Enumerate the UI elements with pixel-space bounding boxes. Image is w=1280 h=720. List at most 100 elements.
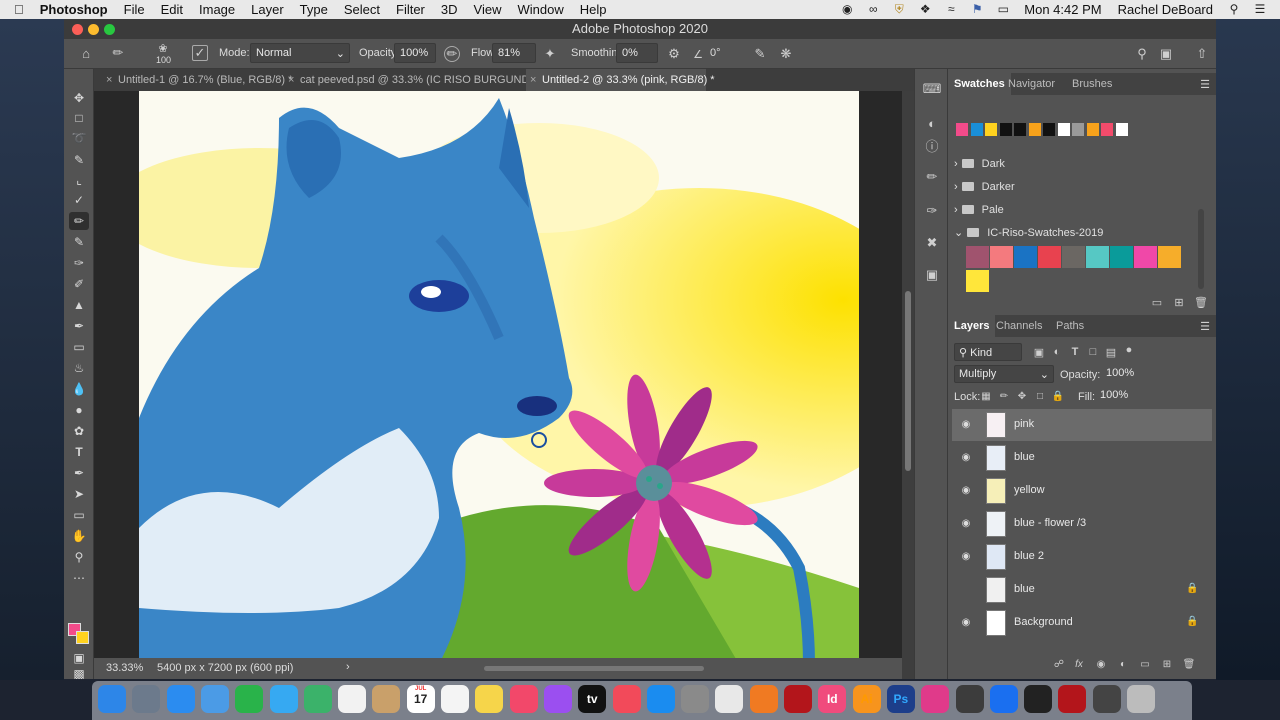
hand-tool-icon[interactable]: ✋ bbox=[69, 527, 89, 545]
layer-opacity-input[interactable]: 100% bbox=[1102, 365, 1142, 383]
dock-system-preferences-icon[interactable] bbox=[681, 685, 710, 713]
zoom-window-button[interactable] bbox=[104, 24, 115, 35]
tab-layers[interactable]: Layers bbox=[948, 315, 996, 337]
recent-swatch[interactable] bbox=[970, 123, 983, 136]
layer-row[interactable]: ◉ pink bbox=[952, 409, 1212, 441]
menu-help[interactable]: Help bbox=[572, 2, 615, 17]
riso-swatch[interactable] bbox=[966, 246, 989, 268]
layer-filter-dropdown[interactable]: ⚲ Kind bbox=[954, 343, 1022, 361]
chevron-right-icon[interactable]: › bbox=[954, 158, 958, 170]
tab-channels[interactable]: Channels bbox=[990, 315, 1048, 337]
brush-size-value[interactable]: 100 bbox=[156, 55, 171, 65]
eye-icon[interactable]: ◉ bbox=[960, 419, 972, 431]
record-icon[interactable]: ◉ bbox=[839, 3, 855, 16]
recent-swatch[interactable] bbox=[956, 123, 968, 136]
riso-swatch[interactable] bbox=[1158, 246, 1181, 268]
history-brush-tool-icon[interactable]: ✐ bbox=[69, 275, 89, 293]
chevron-down-icon[interactable]: ⌄ bbox=[954, 227, 963, 239]
lock-transparent-icon[interactable]: ▦ bbox=[980, 390, 992, 402]
close-icon[interactable]: × bbox=[530, 69, 536, 91]
sponge-tool-icon[interactable]: ✿ bbox=[69, 422, 89, 440]
menu-type[interactable]: Type bbox=[292, 2, 336, 17]
spotlight-search-icon[interactable]: ⚲ bbox=[1226, 3, 1242, 16]
tab-paths[interactable]: Paths bbox=[1050, 315, 1090, 337]
clone-stamp-tool-icon[interactable]: ✑ bbox=[69, 254, 89, 272]
dock-trash-icon[interactable] bbox=[1127, 685, 1155, 713]
pen-tool-icon[interactable]: ✒ bbox=[69, 464, 89, 482]
eye-icon[interactable]: ◉ bbox=[960, 452, 972, 464]
vertical-scroll-thumb[interactable] bbox=[905, 291, 911, 471]
dock-safari-icon[interactable] bbox=[166, 685, 195, 713]
symmetry-icon[interactable]: ❋ bbox=[778, 46, 794, 62]
tool-presets-icon[interactable]: ✖ bbox=[924, 235, 940, 251]
zoom-level[interactable]: 33.33% bbox=[106, 662, 143, 674]
layer-name[interactable]: blue - flower /3 bbox=[1014, 517, 1086, 529]
type-tool-icon[interactable]: T bbox=[69, 443, 89, 461]
trash-icon[interactable]: 🗑 bbox=[1194, 295, 1208, 309]
lock-all-icon[interactable]: 🔒 bbox=[1052, 390, 1064, 402]
canvas-area[interactable] bbox=[94, 91, 902, 667]
swatches-scrollbar[interactable] bbox=[1198, 209, 1204, 289]
lock-artboard-icon[interactable]: □ bbox=[1034, 390, 1046, 402]
doc-tab-cat-peeved[interactable]: × cat peeved.psd @ 33.3% (IC RISO BURGUND… bbox=[284, 69, 550, 91]
tab-navigator[interactable]: Navigator bbox=[1002, 73, 1061, 95]
recent-swatch[interactable] bbox=[1028, 123, 1041, 136]
quick-mask-icon[interactable]: ▣ bbox=[69, 649, 89, 667]
dropbox-status-icon[interactable]: ❖ bbox=[917, 3, 933, 16]
battery-icon[interactable]: ▭ bbox=[995, 3, 1011, 16]
layer-row[interactable]: ◉ Background 🔒 bbox=[952, 607, 1212, 639]
menu-3d[interactable]: 3D bbox=[433, 2, 466, 17]
new-group-icon[interactable]: ▭ bbox=[1138, 657, 1152, 671]
dock-dropbox-icon[interactable] bbox=[989, 685, 1018, 713]
layer-style-icon[interactable]: fx bbox=[1072, 657, 1086, 671]
pressure-size-icon[interactable]: ✎ bbox=[752, 46, 768, 62]
opacity-input[interactable]: 100% bbox=[394, 43, 436, 63]
eye-icon[interactable] bbox=[960, 584, 972, 596]
mode-dropdown[interactable]: Normal ⌄ bbox=[250, 43, 350, 63]
menu-image[interactable]: Image bbox=[191, 2, 243, 17]
history-icon[interactable]: ⌨ bbox=[923, 81, 942, 97]
layer-name[interactable]: pink bbox=[1014, 418, 1034, 430]
flow-input[interactable]: 81% bbox=[492, 43, 536, 63]
eye-icon[interactable]: ◉ bbox=[960, 518, 972, 530]
screen-mode-icon[interactable]: ▩ bbox=[69, 667, 89, 679]
lock-position-icon[interactable]: ✥ bbox=[1016, 390, 1028, 402]
info-icon[interactable]: ⓘ bbox=[924, 137, 940, 154]
dock-messages-icon[interactable] bbox=[269, 685, 298, 713]
riso-swatch[interactable] bbox=[1110, 246, 1133, 268]
dock-preview-icon[interactable] bbox=[200, 685, 229, 713]
minimize-window-button[interactable] bbox=[88, 24, 99, 35]
dock-finder-icon[interactable] bbox=[98, 685, 126, 713]
menubar-user[interactable]: Rachel DeBoard bbox=[1110, 2, 1221, 17]
dock-pdf-icon[interactable] bbox=[1058, 685, 1087, 713]
flag-icon[interactable]: ⚑ bbox=[969, 3, 985, 16]
background-color-swatch[interactable] bbox=[76, 631, 89, 644]
paint-bucket-tool-icon[interactable]: ♨ bbox=[69, 359, 89, 377]
shield-icon[interactable]: ⛨ bbox=[891, 3, 907, 16]
layer-row[interactable]: ◉ blue - flower /3 bbox=[952, 508, 1212, 540]
wifi-icon[interactable]: ≈ bbox=[943, 3, 959, 16]
dock-illustrator-icon[interactable]: Ai bbox=[852, 685, 881, 713]
dock-screenshot-icon[interactable] bbox=[1024, 685, 1053, 713]
new-group-icon[interactable]: ▭ bbox=[1150, 295, 1164, 309]
swatch-group-dark[interactable]: › Dark bbox=[954, 153, 1204, 175]
recent-swatch[interactable] bbox=[1014, 123, 1026, 136]
swatch-group-pale[interactable]: › Pale bbox=[954, 199, 1204, 221]
menu-app-name[interactable]: Photoshop bbox=[32, 2, 116, 17]
adjustments-icon[interactable]: ◐ bbox=[924, 115, 940, 131]
artwork-canvas[interactable] bbox=[139, 91, 859, 664]
dock-photoshop-icon[interactable]: Ps bbox=[886, 685, 915, 713]
crop-tool-icon[interactable]: ⌞ bbox=[69, 171, 89, 189]
menu-file[interactable]: File bbox=[116, 2, 153, 17]
dock-quicktime-icon[interactable] bbox=[955, 685, 984, 713]
menubar-clock[interactable]: Mon 4:42 PM bbox=[1016, 2, 1109, 17]
layer-name[interactable]: Background bbox=[1014, 616, 1073, 628]
fill-input[interactable]: 100% bbox=[1096, 387, 1140, 405]
recent-swatch[interactable] bbox=[999, 123, 1012, 136]
dock-indesign-icon[interactable]: Id bbox=[818, 685, 847, 713]
filter-pixel-icon[interactable]: ▣ bbox=[1032, 345, 1046, 359]
swatch-group-ic-riso[interactable]: ⌄ IC-Riso-Swatches-2019 bbox=[954, 222, 1204, 244]
dock-calendar-icon[interactable]: 17 JUL bbox=[406, 685, 435, 713]
airbrush-icon[interactable]: ✦ bbox=[542, 46, 558, 62]
horizontal-scrollbar[interactable] bbox=[484, 666, 704, 671]
